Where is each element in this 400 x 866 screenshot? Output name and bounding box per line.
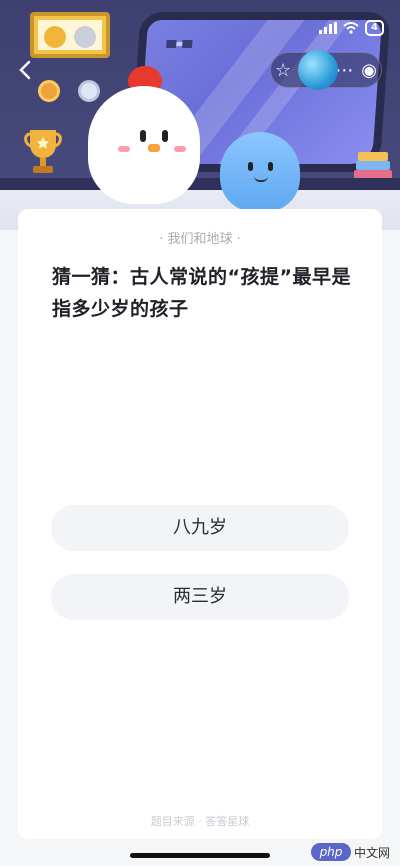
home-indicator[interactable] xyxy=(130,853,270,858)
question-source: 题目来源 · 答答星球 xyxy=(150,815,250,828)
header-scene: 4 ☆ ⋯ ◉ xyxy=(0,0,400,230)
php-logo: php xyxy=(310,843,351,861)
fish-mascot xyxy=(220,132,300,212)
gold-medal-icon xyxy=(44,26,66,48)
bronze-medal-icon xyxy=(38,80,60,102)
books-icon xyxy=(354,152,392,179)
globe-icon[interactable] xyxy=(298,50,338,90)
answer-option-1[interactable]: 八九岁 xyxy=(51,505,349,551)
card-title: · 我们和地球 · xyxy=(159,232,241,247)
watermark: php 中文网 xyxy=(310,843,390,861)
question-text: 猜一猜：古人常说的“孩提”最早是指多少岁的孩子 xyxy=(52,266,351,320)
chicken-mascot xyxy=(88,86,200,204)
question-card: · 我们和地球 · 猜一猜：古人常说的“孩提”最早是指多少岁的孩子 八九岁 两三… xyxy=(18,209,382,839)
target-icon[interactable]: ◉ xyxy=(361,60,377,81)
medal-frame xyxy=(30,12,110,58)
battery-icon: 4 xyxy=(365,20,384,36)
star-icon[interactable]: ☆ xyxy=(275,60,291,81)
status-bar: 4 xyxy=(319,20,384,36)
back-button[interactable] xyxy=(14,58,38,82)
silver-badge-icon xyxy=(78,80,100,102)
chevron-left-icon xyxy=(19,60,31,80)
wifi-icon xyxy=(343,22,359,34)
answer-option-2[interactable]: 两三岁 xyxy=(51,574,349,620)
watermark-text: 中文网 xyxy=(353,845,390,860)
trophy-icon xyxy=(24,130,62,173)
signal-icon xyxy=(319,22,338,34)
silver-medal-icon xyxy=(74,26,96,48)
satellite-icon xyxy=(166,40,193,48)
